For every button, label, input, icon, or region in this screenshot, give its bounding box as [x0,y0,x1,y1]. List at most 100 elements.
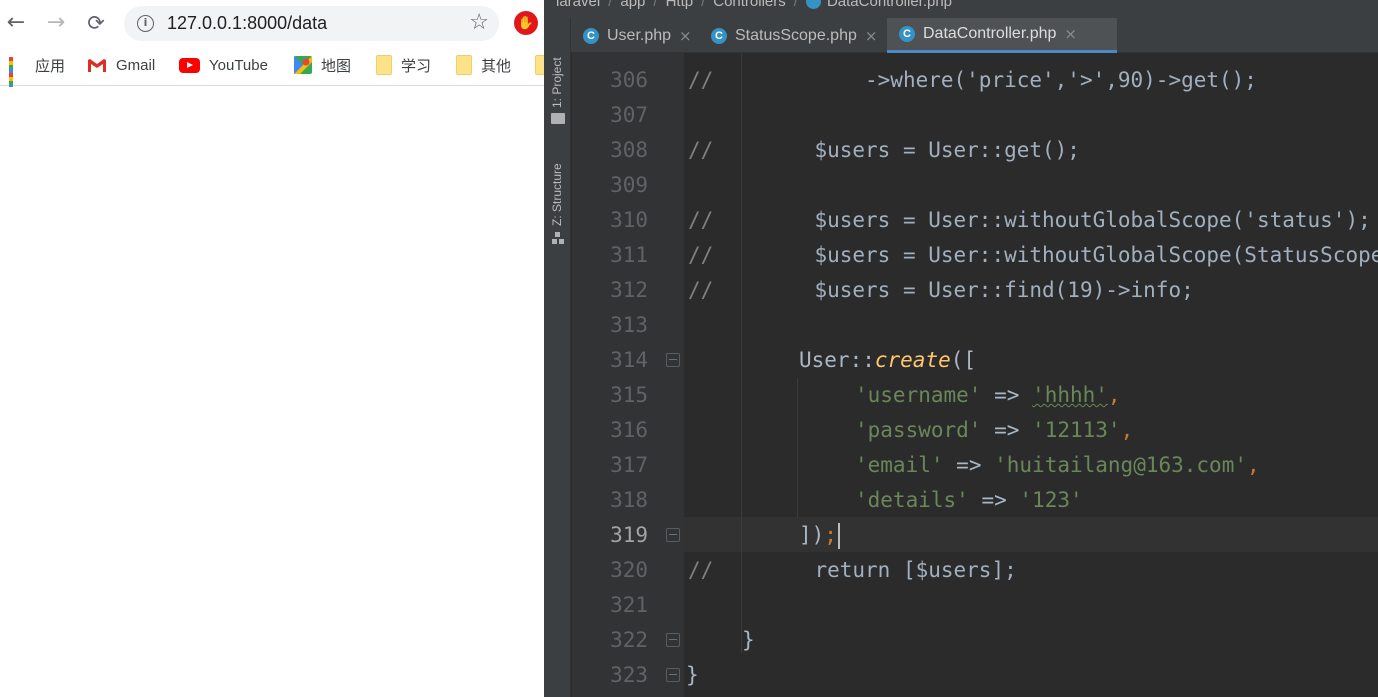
text-caret [837,523,840,549]
close-icon[interactable]: × [679,27,692,45]
tab-statusscope-php[interactable]: C StatusScope.php × [699,18,887,53]
bookmark-gmail[interactable]: Gmail [87,54,155,76]
line-number: 322 [610,628,648,652]
breadcrumb-item[interactable]: app [620,0,645,10]
browser-toolbar: ← → ⟳ i 127.0.0.1:8000/data ☆ ✋ [0,0,545,46]
bookmark-label: YouTube [209,56,268,74]
fold-marker-icon[interactable] [666,353,680,367]
line-number: 309 [610,173,648,197]
structure-icon [552,232,564,244]
code-line[interactable]: // $users = User::withoutGlobalScope(Sta… [688,238,1378,273]
bookmark-label: 其他 [481,57,512,75]
php-class-icon: C [899,26,915,42]
address-bar[interactable]: i 127.0.0.1:8000/data ☆ [124,6,499,41]
array-value: '123' [1019,488,1083,512]
array-value: 'hhhh' [1032,383,1108,407]
line-number: 316 [610,418,648,442]
arrow-operator: => [994,418,1020,442]
commented-code: $users = User::find(19)->info; [713,278,1194,302]
code-line[interactable]: // return [$users]; [688,553,1017,588]
commented-code: ->where('price','>',90)->get(); [713,68,1257,92]
arrow-operator: => [994,383,1020,407]
bookmark-apps[interactable]: 应用 [9,54,66,93]
line-number-gutter[interactable]: 306 307 308 309 310 311 312 313 314 315 316 317 318 3… [572,53,684,697]
line-number: 317 [610,453,648,477]
code-line[interactable]: 'username' => 'hhhh', [855,378,1121,413]
breadcrumb-item[interactable]: Http [666,0,694,10]
breadcrumb-item[interactable]: Controllers [713,0,786,10]
folder-icon [551,113,565,124]
bookmark-youtube[interactable]: YouTube [179,54,268,76]
code-line[interactable]: // ->where('price','>',90)->get(); [688,63,1257,98]
close-icon[interactable]: × [1064,25,1077,43]
comma: , [1107,383,1121,407]
back-button[interactable]: ← [3,10,29,36]
gmail-icon [87,58,107,73]
code-line[interactable]: User::create([ [799,343,976,378]
reload-icon: ⟳ [87,11,105,35]
code-line[interactable]: 'password' => '12113', [855,413,1133,448]
code-line[interactable]: // $users = User::get(); [688,133,1080,168]
line-number: 313 [610,313,648,337]
reload-button[interactable]: ⟳ [83,10,109,36]
line-number: 311 [610,243,648,267]
comment-marker: // [688,243,714,267]
bookmark-label: 地图 [321,57,352,75]
indent-guide [797,378,798,518]
array-key: 'username' [855,383,982,407]
bookmark-maps[interactable]: 地图 [294,54,351,76]
method-name: create [874,348,951,372]
ide-window: laravel / app / Http / Controllers / DataCon… [544,0,1378,697]
commented-code: $users = User::get(); [713,138,1080,162]
code-line[interactable]: } [742,623,755,658]
youtube-icon [179,57,200,73]
folder-icon [456,55,472,75]
fold-marker-icon[interactable] [666,633,680,647]
fold-marker-icon[interactable] [666,668,680,682]
tab-user-php[interactable]: C User.php × [571,18,699,53]
project-tool-button[interactable]: 1: Project [550,48,564,108]
code-line[interactable]: 'email' => 'huitailang@163.com', [855,448,1260,483]
comment-marker: // [688,558,714,582]
current-line-highlight [684,517,1378,552]
breadcrumb-item[interactable]: laravel [556,0,600,10]
back-arrow-icon: ← [6,10,26,35]
comment-marker: // [688,278,714,302]
line-number: 319 [610,523,648,547]
bookmarks-bar: 应用 Gmail YouTube 地图 学习 其他 [0,46,551,93]
comment-marker: // [688,208,714,232]
editor-tab-bar: C User.php × C StatusScope.php × C DataC… [571,18,1378,53]
code-line[interactable]: } [686,658,699,693]
code-line[interactable]: 'details' => '123' [855,483,1083,518]
code-line[interactable]: ]); [799,518,840,553]
structure-tool-button[interactable]: Z: Structure [550,151,564,226]
code-line[interactable]: // $users = User::find(19)->info; [688,273,1194,308]
bookmark-label: 应用 [35,57,66,75]
bookmark-folder-other[interactable]: 其他 [456,54,511,76]
fold-marker-icon[interactable] [666,528,680,542]
array-value: '12113' [1032,418,1121,442]
site-info-icon[interactable]: i [137,15,154,32]
array-key: 'email' [855,453,944,477]
tab-label: DataController.php [923,25,1057,42]
code-editor[interactable]: // ->where('price','>',90)->get(); // $us… [684,53,1378,697]
line-number: 321 [610,593,648,617]
bookmark-star-icon[interactable]: ☆ [469,9,489,37]
url-text[interactable]: 127.0.0.1:8000/data [167,6,327,41]
open-bracket: ([ [950,348,977,372]
bookmark-label: Gmail [116,56,156,74]
adblock-extension-icon[interactable]: ✋ [514,11,538,35]
browser-window: ← → ⟳ i 127.0.0.1:8000/data ☆ ✋ 应用 Gmail [0,0,551,697]
tab-datacontroller-php[interactable]: C DataController.php × [887,18,1117,53]
code-line[interactable]: // $users = User::withoutGlobalScope('st… [688,203,1371,238]
bookmark-folder-study[interactable]: 学习 [376,54,431,76]
array-value: 'huitailang@163.com' [994,453,1247,477]
forward-button[interactable]: → [43,10,69,36]
breadcrumb: laravel / app / Http / Controllers / DataCon… [556,0,952,10]
line-number: 323 [610,663,648,687]
apps-grid-icon [9,56,26,93]
breadcrumb-item[interactable]: DataController.php [827,0,952,10]
commented-code: $users = User::withoutGlobalScope('statu… [713,208,1371,232]
close-icon[interactable]: × [865,27,878,45]
line-number: 320 [610,558,648,582]
